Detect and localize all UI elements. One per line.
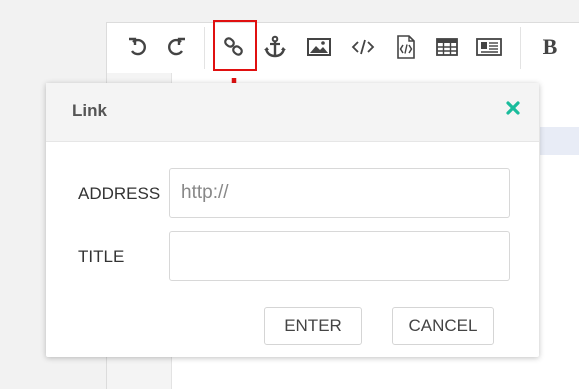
dialog-header: Link: [46, 83, 539, 142]
bold-button[interactable]: B: [536, 33, 564, 61]
close-icon: [506, 101, 520, 115]
editor-toolbar: B: [107, 23, 579, 73]
readmore-button[interactable]: [475, 33, 503, 61]
anchor-icon: [264, 35, 286, 58]
code-icon: [351, 39, 375, 55]
undo-button[interactable]: [124, 33, 152, 61]
address-input[interactable]: [169, 168, 510, 218]
code-block-button[interactable]: [392, 33, 420, 61]
dialog-title: Link: [72, 101, 107, 120]
code-button[interactable]: [349, 33, 377, 61]
anchor-button[interactable]: [261, 33, 289, 61]
highlight-box: [213, 20, 257, 71]
redo-button[interactable]: [162, 33, 190, 61]
undo-icon: [129, 37, 146, 56]
selected-line: [540, 127, 579, 155]
table-icon: [436, 38, 458, 56]
image-button[interactable]: [305, 33, 333, 61]
toolbar-divider: [520, 27, 521, 69]
cancel-button[interactable]: CANCEL: [392, 307, 494, 345]
code-file-icon: [397, 35, 415, 59]
title-label: TITLE: [78, 247, 125, 266]
title-input[interactable]: [169, 231, 510, 281]
link-dialog: Link ADDRESS TITLE ENTER CANCEL: [46, 83, 539, 357]
enter-button[interactable]: ENTER: [264, 307, 362, 345]
toolbar-divider: [204, 27, 205, 69]
table-button[interactable]: [433, 33, 461, 61]
redo-icon: [168, 37, 185, 56]
image-icon: [307, 38, 331, 56]
close-button[interactable]: [504, 99, 522, 117]
address-label: ADDRESS: [78, 184, 161, 203]
news-icon: [476, 38, 502, 56]
